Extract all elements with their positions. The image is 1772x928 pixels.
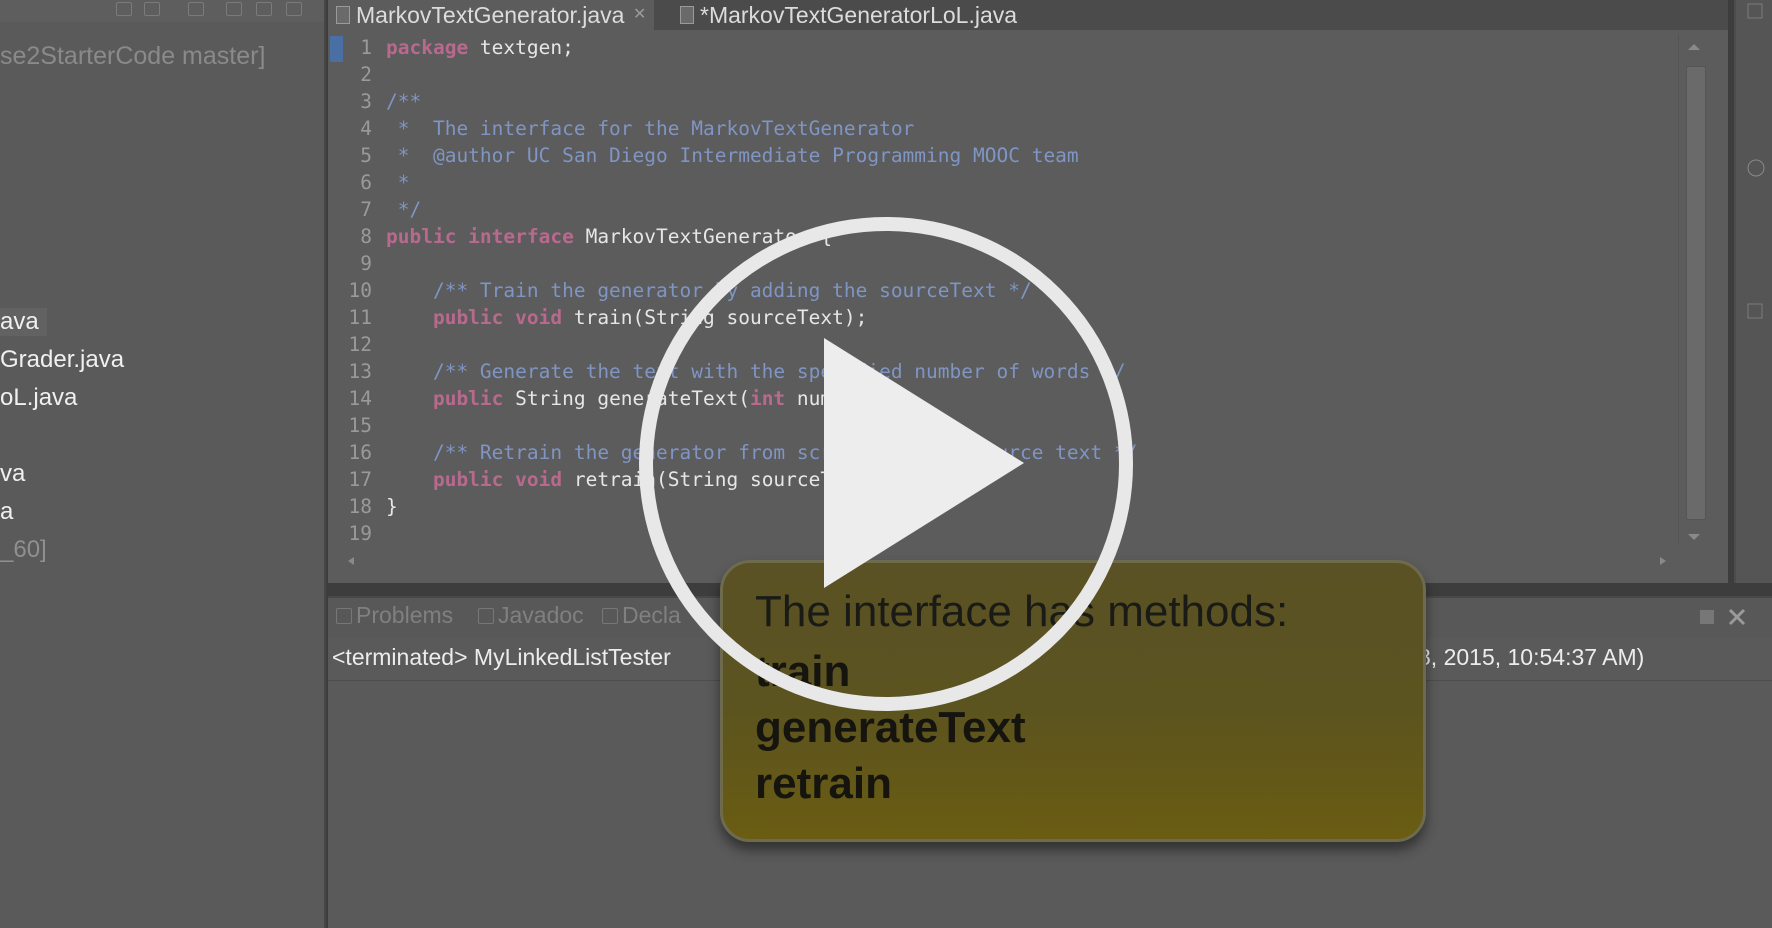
editor-tabbar: MarkovTextGenerator.java ✕ *MarkovTextGe… (328, 0, 1728, 30)
tab-markov-text-generator-lol[interactable]: *MarkovTextGeneratorLoL.java (672, 0, 1047, 30)
java-file-icon (336, 6, 350, 24)
tab-label: *MarkovTextGeneratorLoL.java (700, 2, 1018, 28)
project-label[interactable]: se2StarterCode master] (0, 42, 265, 71)
tree-item[interactable]: _60] (0, 536, 47, 564)
code-line: 1 package textgen; (360, 36, 574, 59)
terminate-icon (1700, 610, 1714, 624)
code-line: 18} (348, 495, 398, 518)
java-file-icon (680, 6, 694, 24)
collapse-all-icon[interactable] (116, 2, 132, 16)
tree-item[interactable]: va (0, 460, 25, 488)
remove-launch-icon (1728, 608, 1746, 626)
play-icon (824, 338, 1024, 588)
tab-problems[interactable]: Problems (334, 602, 453, 629)
tree-item[interactable]: a (0, 498, 13, 526)
code-line: 3/** (360, 90, 422, 113)
code-line: 2 (360, 63, 372, 86)
tab-markov-text-generator[interactable]: MarkovTextGenerator.java ✕ (328, 0, 655, 30)
console-actions[interactable] (1700, 604, 1772, 634)
package-explorer: se2StarterCode master] ava Grader.java o… (0, 0, 324, 928)
vertical-scrollbar[interactable] (1678, 34, 1709, 544)
filter-icon[interactable] (188, 2, 204, 16)
scroll-right-icon (1660, 557, 1666, 565)
problems-icon (336, 608, 352, 624)
javadoc-icon (478, 608, 494, 624)
scroll-left-icon (348, 557, 354, 565)
trim-icons (1747, 3, 1765, 319)
code-line: 5 * @author UC San Diego Intermediate Pr… (360, 144, 1079, 167)
close-icon[interactable]: ✕ (633, 0, 646, 30)
callout-item: retrain (755, 759, 892, 808)
play-button[interactable] (636, 214, 1136, 714)
outline-icon (1747, 3, 1763, 19)
tab-label: MarkovTextGenerator.java (356, 2, 625, 28)
task-list-icon (1747, 303, 1763, 319)
code-line: 6 * (360, 171, 410, 194)
tab-javadoc[interactable]: Javadoc (476, 602, 584, 629)
code-line: 7 */ (360, 198, 422, 221)
scrollbar-thumb[interactable] (1686, 66, 1706, 520)
code-line: 9 (360, 252, 372, 275)
tree-item[interactable]: Grader.java (0, 346, 124, 374)
sash[interactable] (324, 0, 326, 928)
scroll-up-icon (1688, 44, 1700, 50)
code-line: 15 (348, 414, 372, 437)
code-line: 4 * The interface for the MarkovTextGene… (360, 117, 915, 140)
maximize-icon[interactable] (286, 2, 302, 16)
view-menu-icon[interactable] (226, 2, 242, 16)
console-output: <terminated> MyLinkedListTester (332, 644, 671, 670)
console-timestamp: 8, 2015, 10:54:37 AM) (1418, 644, 1645, 670)
code-line: 19 (348, 522, 372, 545)
code-line: 12 (348, 333, 372, 356)
video-frame: se2StarterCode master] ava Grader.java o… (0, 0, 1772, 928)
scroll-down-icon (1688, 534, 1700, 540)
declaration-icon (602, 608, 618, 624)
right-trim-toolbar (1734, 0, 1772, 583)
tree-item[interactable]: ava (0, 308, 47, 336)
explorer-toolbar (0, 0, 324, 22)
info-icon (1747, 159, 1765, 177)
link-editor-icon[interactable] (144, 2, 160, 16)
tree-item[interactable]: oL.java (0, 384, 77, 412)
minimize-icon[interactable] (256, 2, 272, 16)
